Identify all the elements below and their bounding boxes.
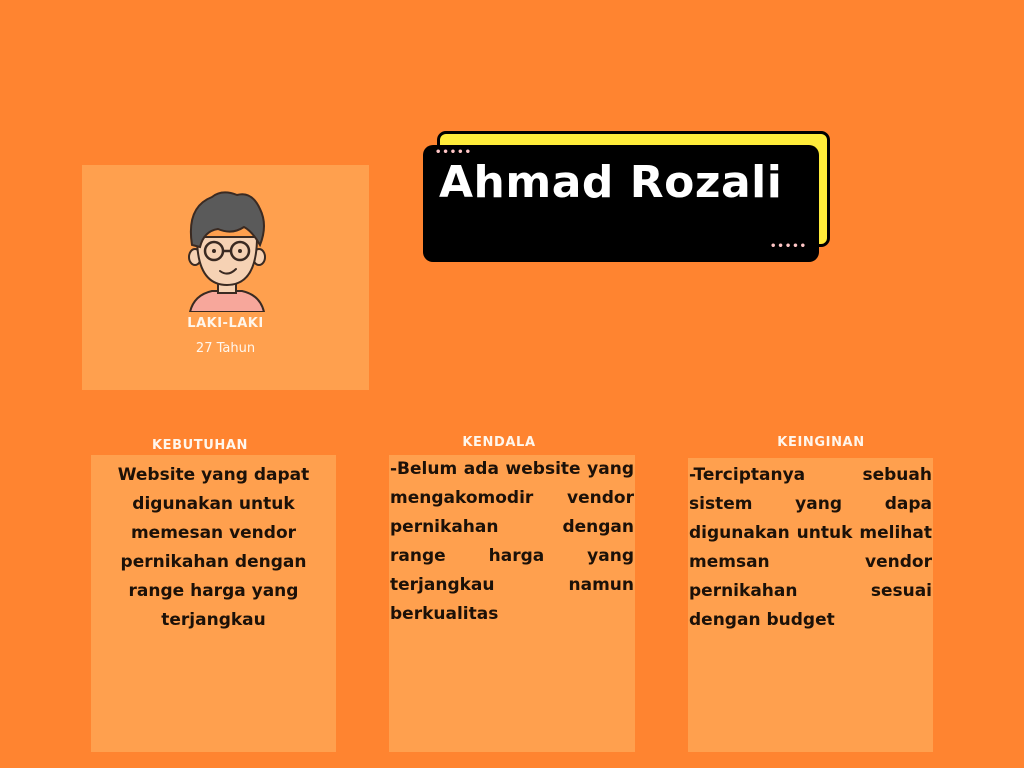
kendala-box: -Belum ada website yang mengakomodir ven… bbox=[389, 455, 635, 752]
kendala-heading: KENDALA bbox=[462, 435, 536, 450]
profile-card: LAKI-LAKI 27 Tahun bbox=[82, 165, 369, 390]
gender-label: LAKI-LAKI bbox=[187, 316, 264, 331]
kendala-text: -Belum ada website yang mengakomodir ven… bbox=[390, 459, 634, 624]
kebutuhan-heading: KEBUTUHAN bbox=[151, 438, 249, 453]
name-badge: ••••• Ahmad Rozali ••••• bbox=[423, 145, 819, 262]
persona-name: Ahmad Rozali bbox=[439, 157, 783, 208]
dots-decoration: ••••• bbox=[770, 241, 807, 252]
keinginan-heading: KEINGINAN bbox=[777, 435, 865, 450]
man-with-glasses-avatar-icon bbox=[188, 191, 266, 312]
keinginan-text: -Terciptanya sebuah sistem yang dapa dig… bbox=[689, 465, 932, 630]
age-label: 27 Tahun bbox=[195, 341, 256, 356]
keinginan-box: -Terciptanya sebuah sistem yang dapa dig… bbox=[688, 458, 933, 752]
kebutuhan-text: Website yang dapat digunakan untuk memes… bbox=[117, 465, 310, 630]
kebutuhan-box: Website yang dapat digunakan untuk memes… bbox=[91, 455, 336, 752]
